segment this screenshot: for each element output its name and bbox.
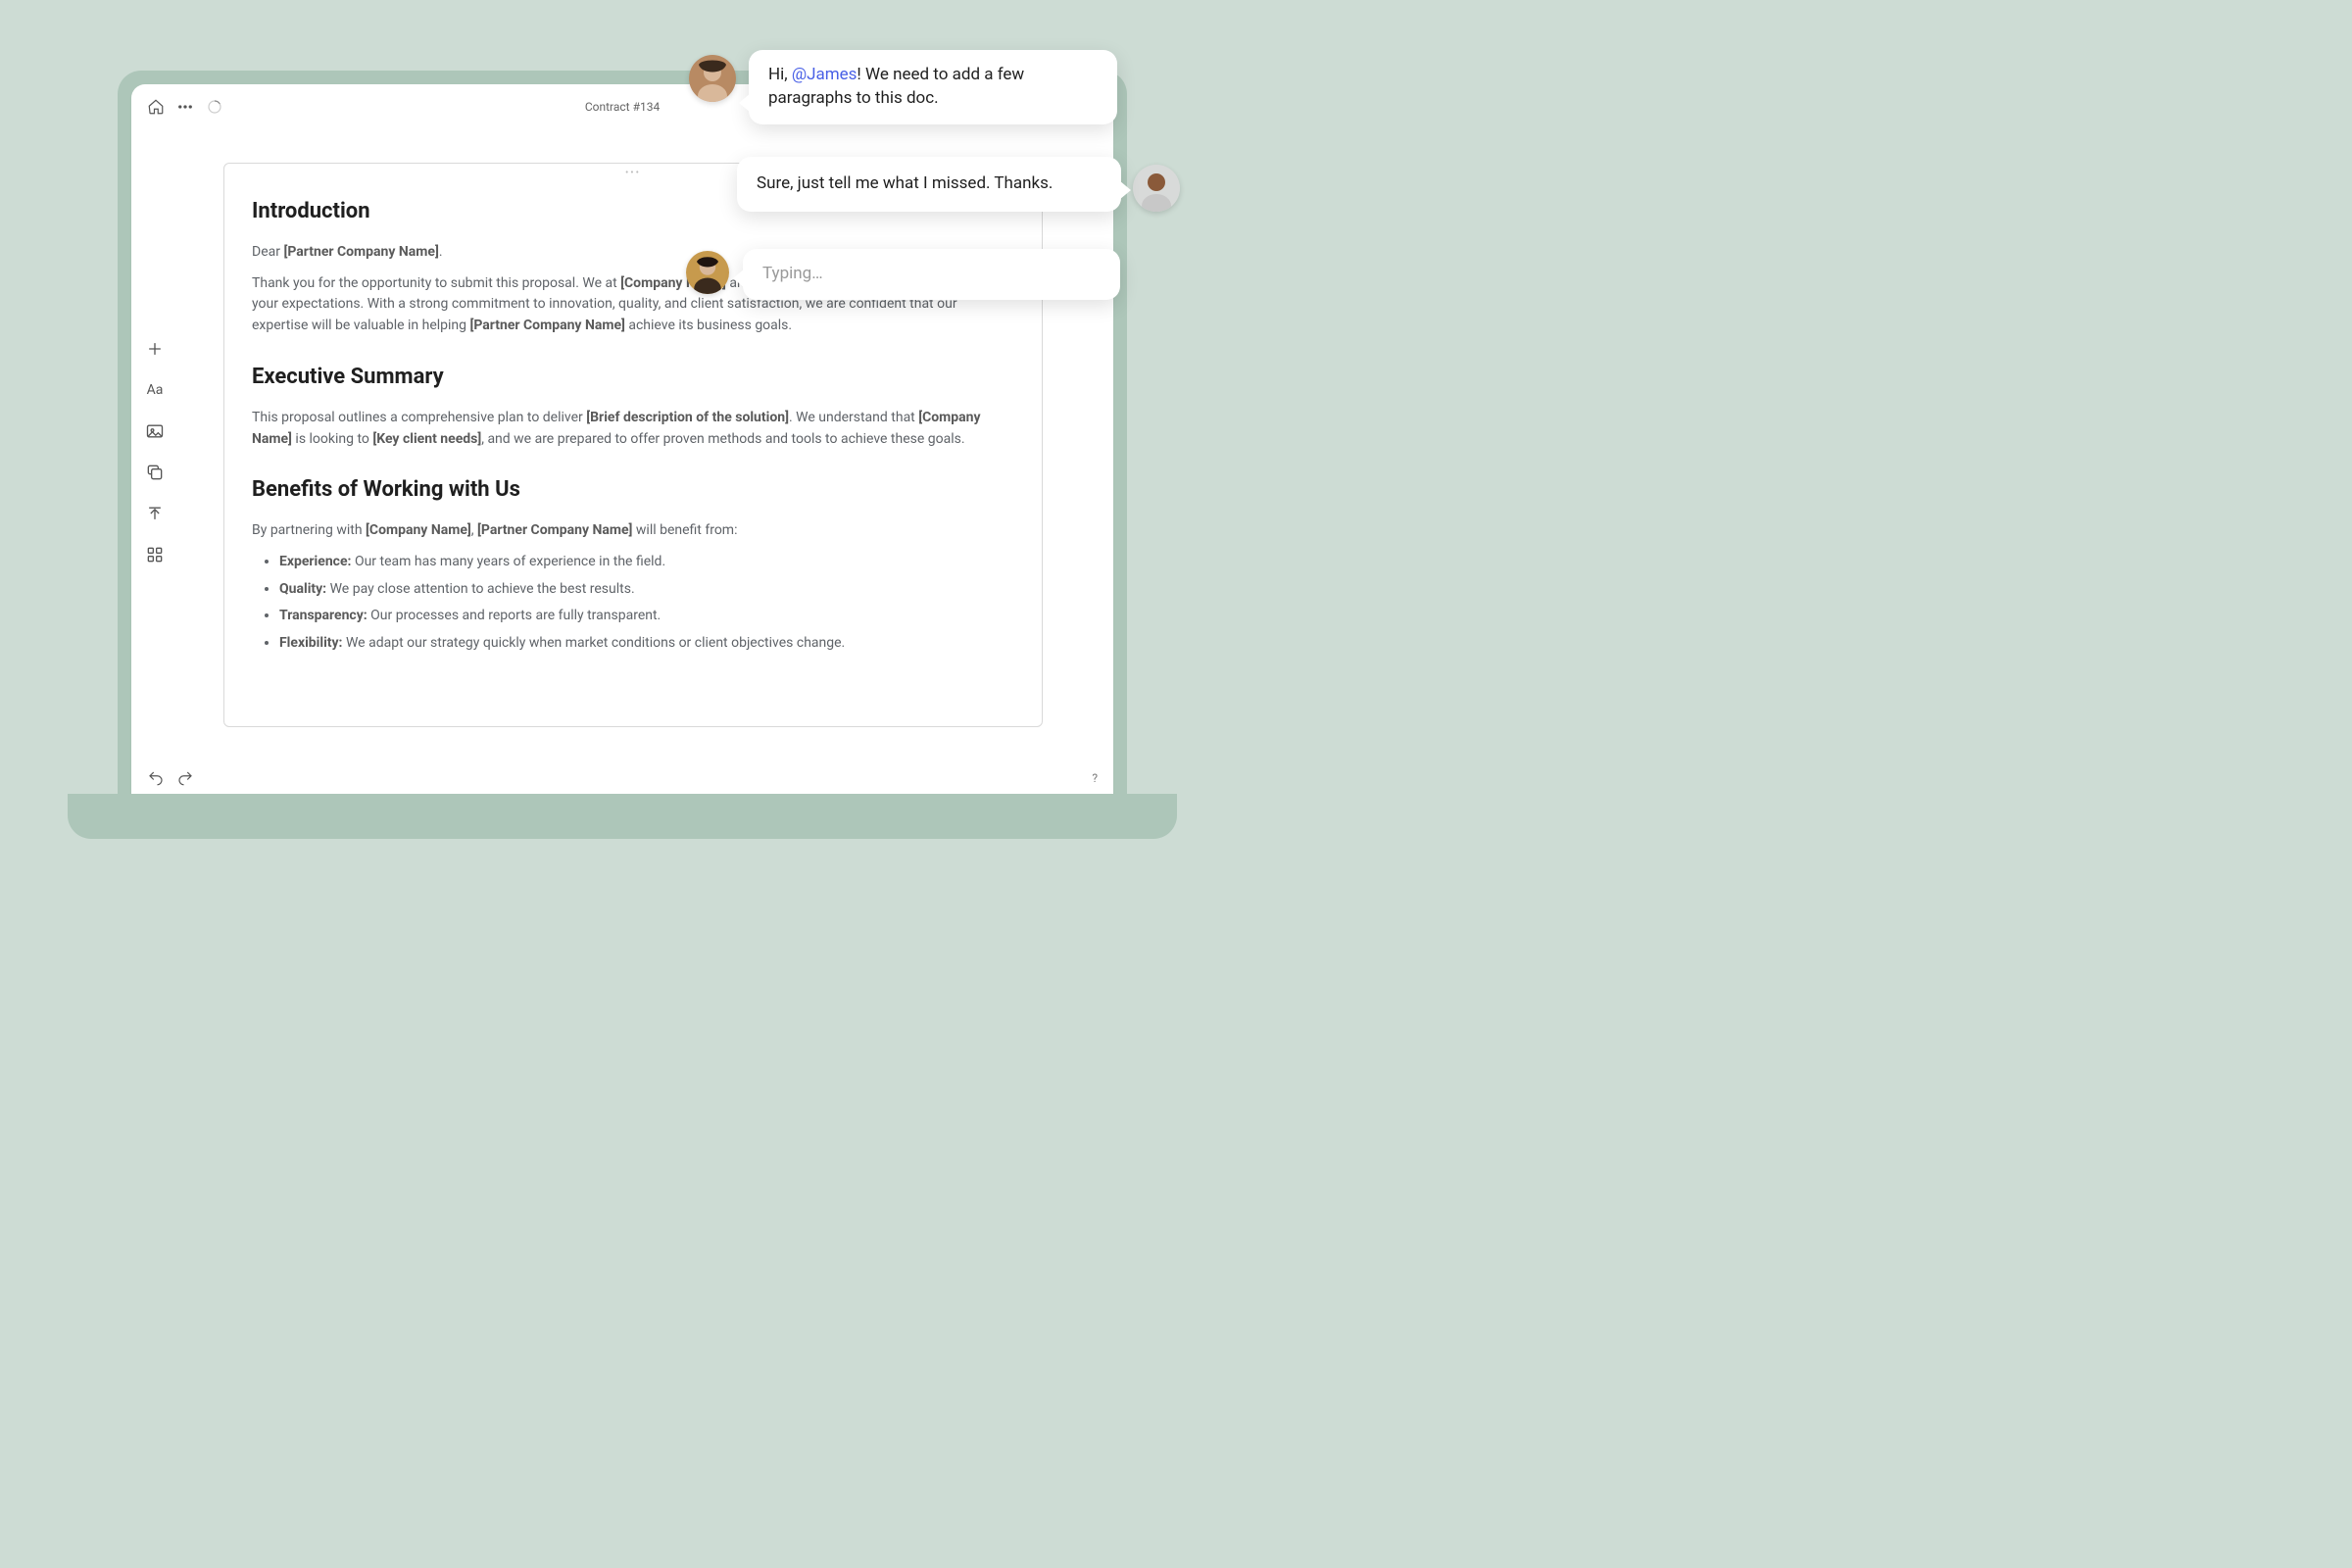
grid-button[interactable] xyxy=(145,545,165,564)
loading-spinner-icon xyxy=(206,98,223,116)
benefits-intro: By partnering with [Company Name], [Part… xyxy=(252,520,1014,542)
exec-paragraph: This proposal outlines a comprehensive p… xyxy=(252,408,1014,450)
avatar-user-2 xyxy=(1133,165,1180,212)
add-block-button[interactable] xyxy=(145,339,165,359)
mention[interactable]: @James xyxy=(792,65,858,84)
document-page[interactable]: ••• Introduction Dear [Partner Company N… xyxy=(223,163,1043,727)
chat-typing-indicator: Typing… xyxy=(743,249,1120,300)
redo-button[interactable] xyxy=(176,769,194,787)
benefits-list: Experience: Our team has many years of e… xyxy=(252,552,1014,655)
home-icon[interactable] xyxy=(147,98,165,116)
list-item: Quality: We pay close attention to achie… xyxy=(279,579,1014,601)
more-icon[interactable] xyxy=(176,98,194,116)
avatar-user-3 xyxy=(686,251,729,294)
list-item: Flexibility: We adapt our strategy quick… xyxy=(279,633,1014,655)
drag-handle-icon[interactable]: ••• xyxy=(625,168,641,178)
chat-message-1: Hi, @James! We need to add a few paragra… xyxy=(749,50,1117,124)
image-button[interactable] xyxy=(145,421,165,441)
bottombar: ? xyxy=(131,764,1113,792)
heading-exec-summary: Executive Summary xyxy=(252,361,1014,394)
chat-message-2: Sure, just tell me what I missed. Thanks… xyxy=(737,157,1121,212)
text-style-button[interactable]: Aa xyxy=(145,380,165,400)
list-item: Experience: Our team has many years of e… xyxy=(279,552,1014,573)
help-button[interactable]: ? xyxy=(1092,771,1098,785)
laptop-base xyxy=(68,794,1177,839)
avatar-user-1 xyxy=(689,55,736,102)
insert-toolbar: Aa xyxy=(145,339,165,564)
copy-button[interactable] xyxy=(145,463,165,482)
upload-button[interactable] xyxy=(145,504,165,523)
heading-benefits: Benefits of Working with Us xyxy=(252,473,1014,507)
list-item: Transparency: Our processes and reports … xyxy=(279,606,1014,627)
document-content[interactable]: Introduction Dear [Partner Company Name]… xyxy=(224,164,1042,680)
undo-button[interactable] xyxy=(147,769,165,787)
